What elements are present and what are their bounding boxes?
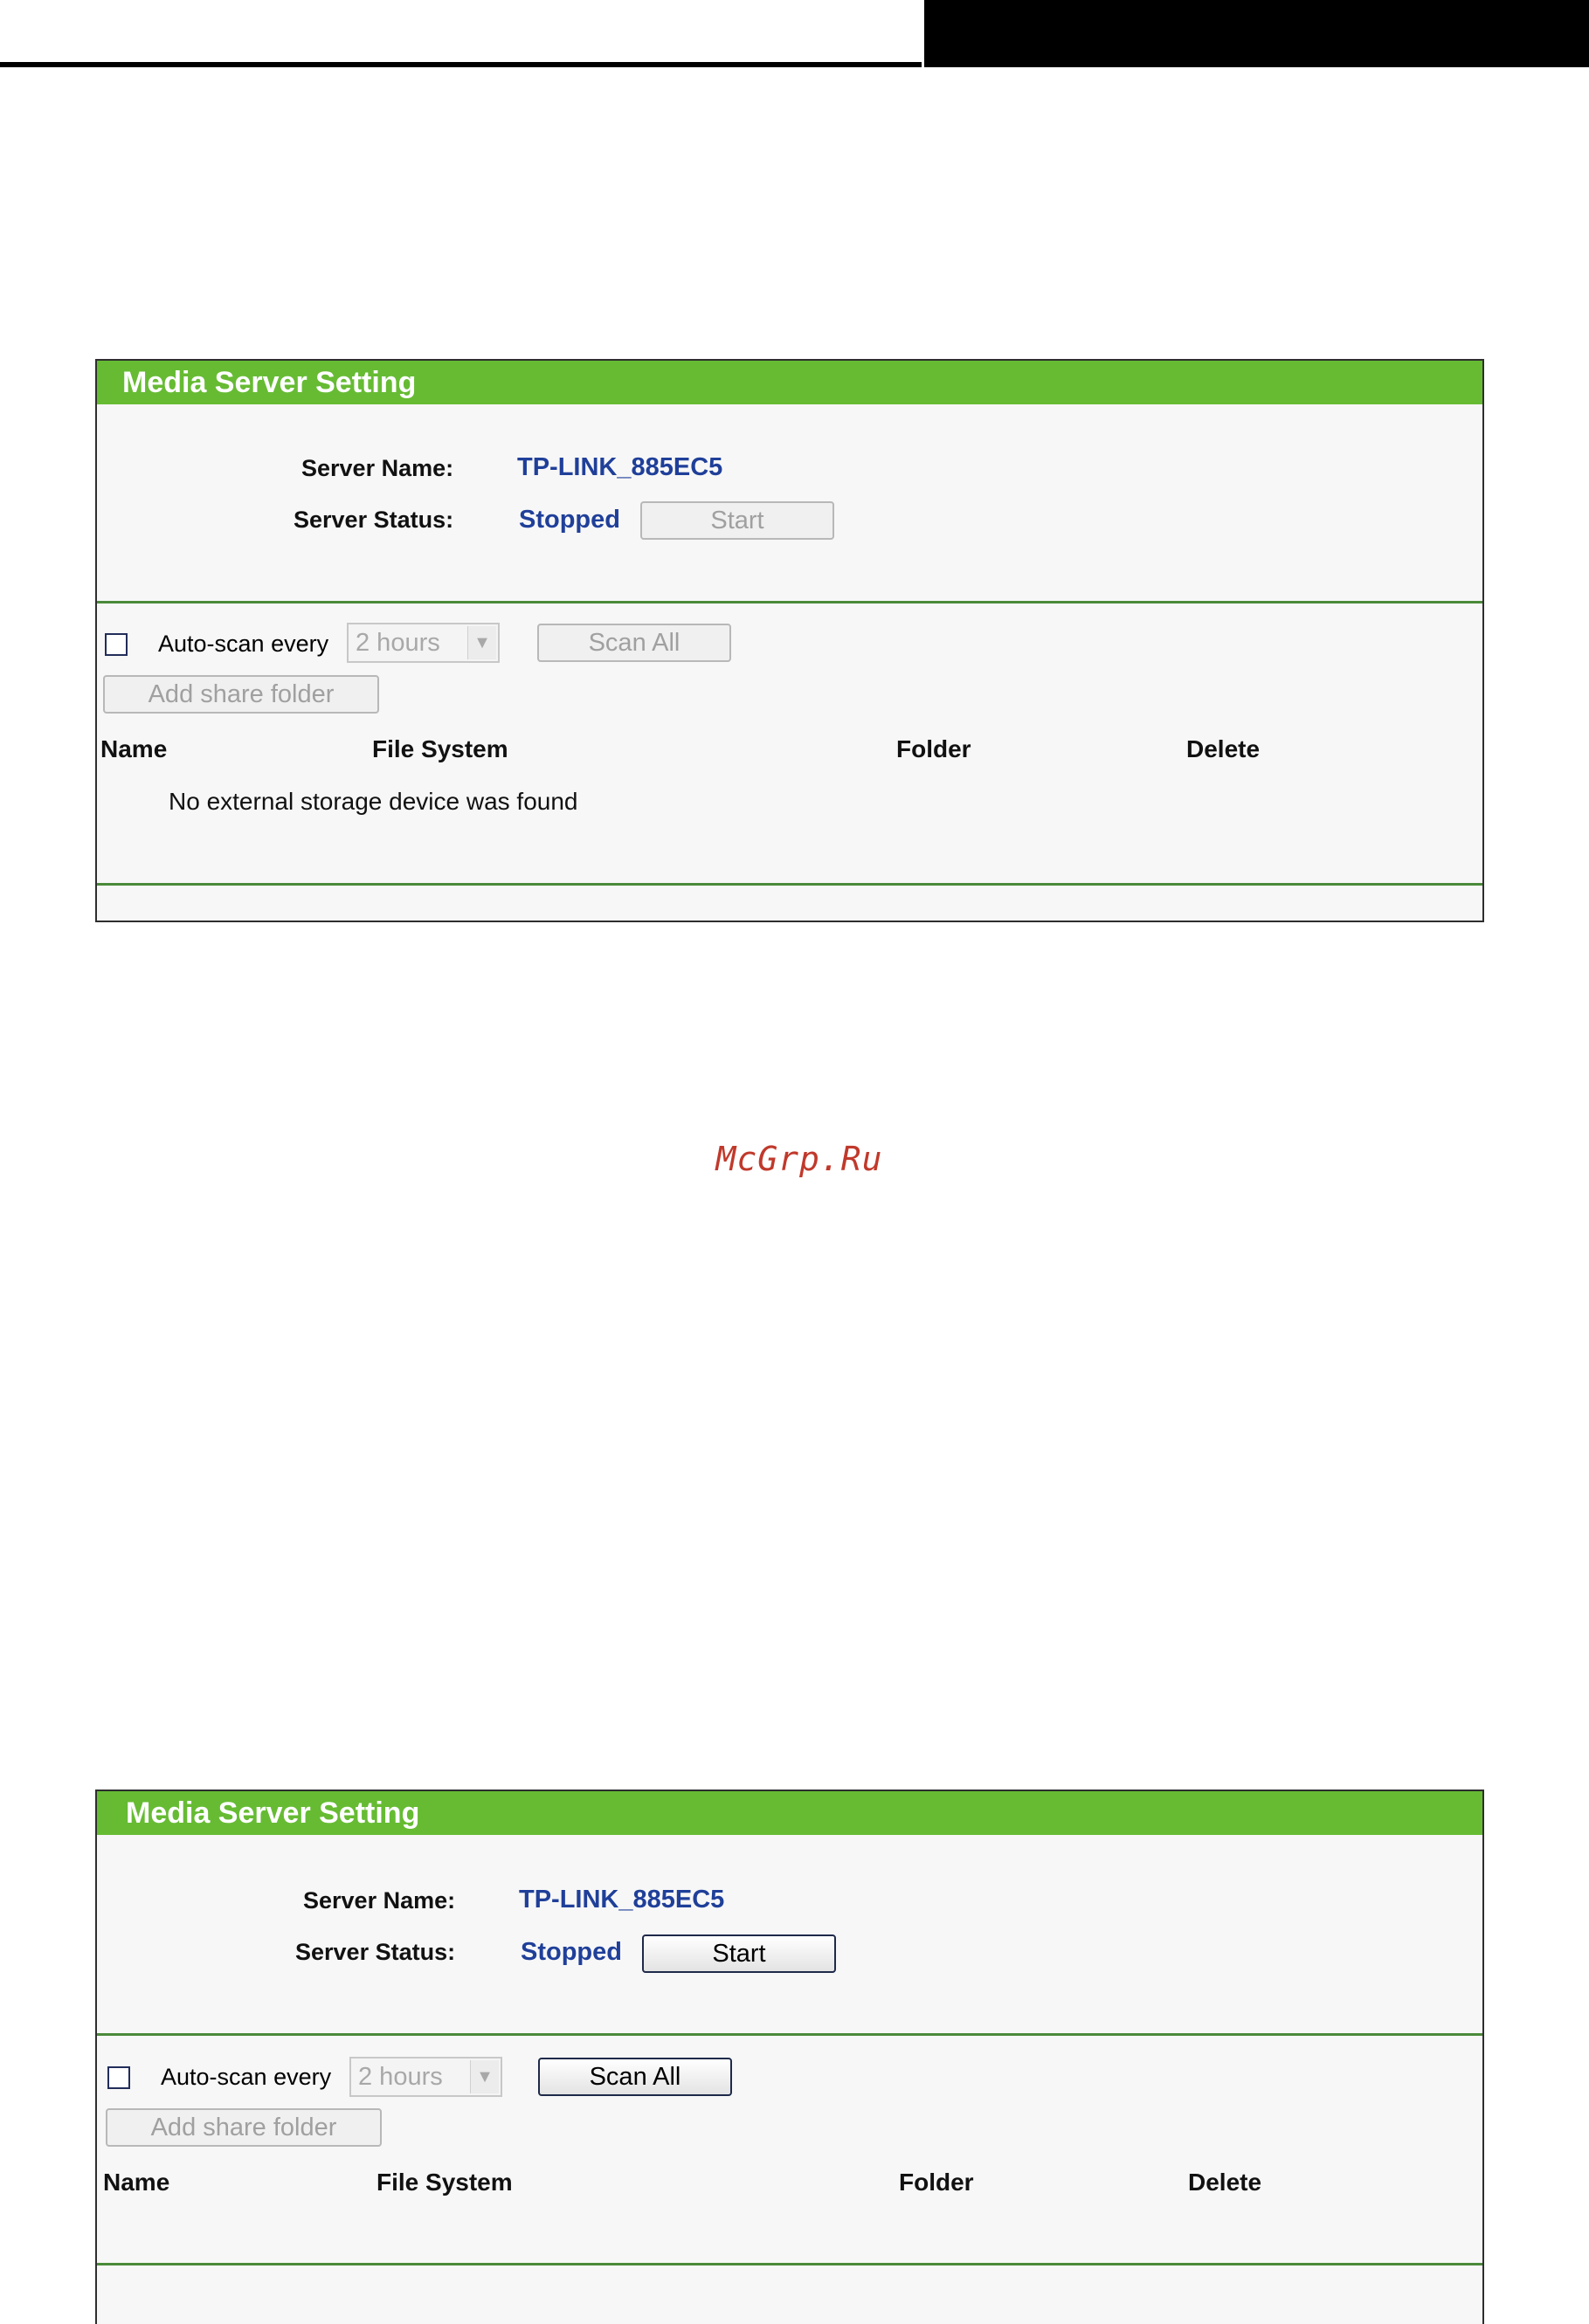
section-divider-bottom: [97, 2263, 1482, 2265]
column-header-file-system: File System: [377, 2169, 513, 2196]
server-status-value: Stopped: [521, 1938, 622, 1966]
server-status-label: Server Status:: [295, 1939, 456, 1965]
section-divider: [97, 601, 1482, 603]
start-button[interactable]: Start: [640, 501, 834, 540]
autoscan-interval-select[interactable]: 2 hours ▼: [349, 2057, 502, 2097]
autoscan-checkbox[interactable]: [105, 633, 128, 656]
header-notch: [922, 0, 941, 67]
section-divider-bottom: [97, 883, 1482, 886]
server-name-label: Server Name:: [303, 1887, 456, 1914]
autoscan-interval-select[interactable]: 2 hours ▼: [347, 623, 500, 663]
watermark: McGrp.Ru: [715, 1140, 883, 1178]
autoscan-interval-value: 2 hours: [356, 629, 440, 657]
server-status-value: Stopped: [519, 506, 620, 534]
column-header-delete: Delete: [1186, 735, 1261, 762]
autoscan-interval-value: 2 hours: [358, 2063, 443, 2091]
chevron-down-icon[interactable]: ▼: [470, 2060, 499, 2093]
empty-state-message: No external storage device was found: [169, 788, 578, 815]
scan-all-button[interactable]: Scan All: [538, 2058, 732, 2096]
column-header-delete: Delete: [1188, 2169, 1262, 2196]
scan-all-button[interactable]: Scan All: [537, 624, 731, 662]
panel-title: Media Server Setting: [97, 361, 1482, 404]
header-rule: [0, 62, 926, 67]
server-status-label: Server Status:: [294, 507, 454, 533]
autoscan-label: Auto-scan every: [158, 631, 329, 657]
add-share-folder-button[interactable]: Add share folder: [106, 2108, 382, 2147]
column-header-file-system: File System: [372, 735, 508, 762]
media-server-panel-1: Media Server Setting Server Name: TP-LIN…: [95, 359, 1484, 922]
add-share-folder-button[interactable]: Add share folder: [103, 675, 379, 714]
column-header-folder: Folder: [896, 735, 971, 762]
column-header-folder: Folder: [899, 2169, 974, 2196]
media-server-panel-2: Media Server Setting Server Name: TP-LIN…: [95, 1790, 1484, 2324]
autoscan-checkbox[interactable]: [107, 2066, 130, 2089]
header-bar: [922, 0, 1589, 67]
start-button[interactable]: Start: [642, 1934, 836, 1973]
chevron-down-icon[interactable]: ▼: [467, 626, 496, 659]
column-header-name: Name: [100, 735, 168, 762]
autoscan-label: Auto-scan every: [161, 2064, 332, 2090]
server-name-label: Server Name:: [301, 455, 454, 481]
section-divider: [97, 2033, 1482, 2036]
column-header-name: Name: [103, 2169, 170, 2196]
panel-title: Media Server Setting: [97, 1791, 1482, 1835]
server-name-value: TP-LINK_885EC5: [519, 1886, 725, 1914]
server-name-value: TP-LINK_885EC5: [517, 453, 723, 481]
